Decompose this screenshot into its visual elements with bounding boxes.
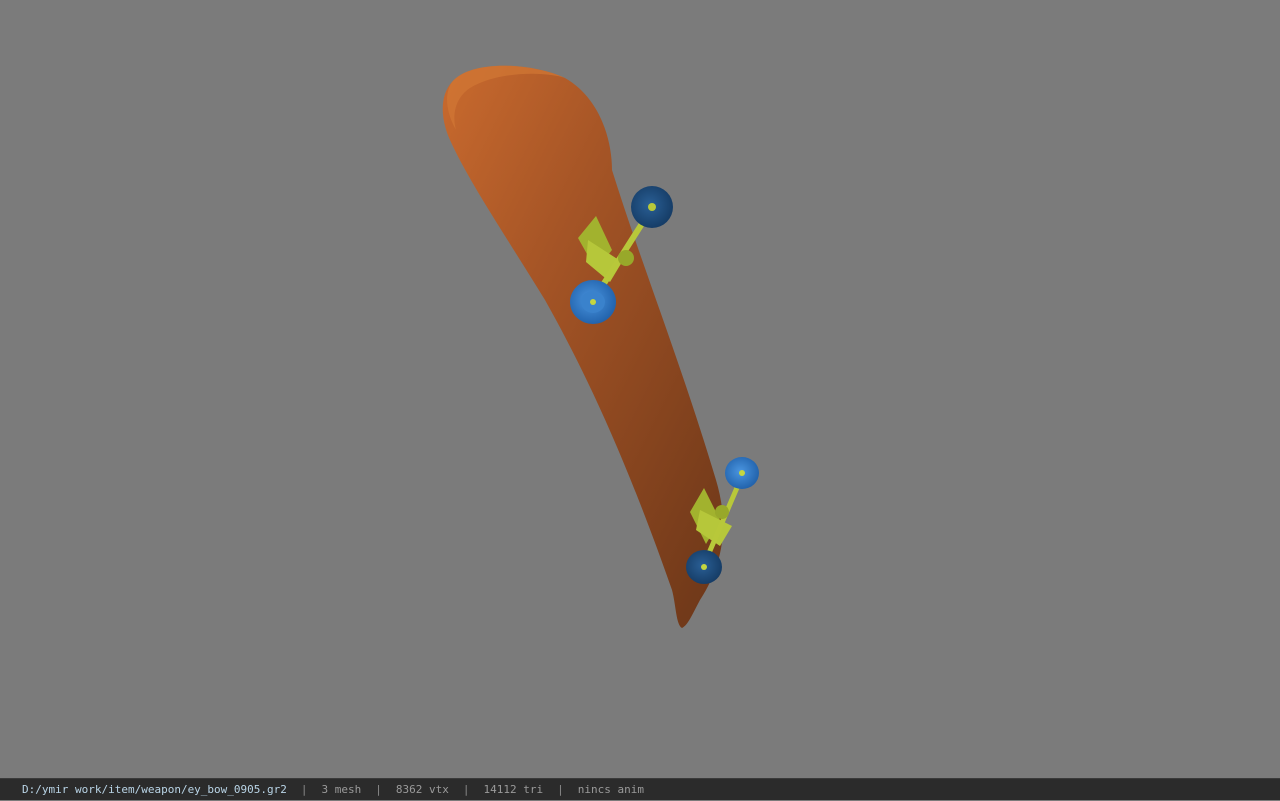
3d-viewport[interactable] [0,0,1280,778]
separator: | [300,783,308,796]
front-wheel-bottom [570,280,616,324]
file-path: D:/ymir work/item/weapon/ey_bow_0905.gr2 [22,783,287,796]
front-wheel-top [631,186,673,228]
status-bar: D:/ymir work/item/weapon/ey_bow_0905.gr2… [0,778,1280,800]
rear-wheel-bottom [686,550,722,584]
rear-wheel-top [725,457,759,489]
animation-status: nincs anim [577,783,644,796]
vertex-count: 8362 vtx [395,783,449,796]
separator: | [462,783,470,796]
mesh-count: 3 mesh [321,783,362,796]
separator: | [375,783,382,796]
triangle-count: 14112 tri [483,783,544,796]
separator: | [557,783,564,796]
model-render [442,65,759,628]
skateboard-deck [442,65,724,628]
